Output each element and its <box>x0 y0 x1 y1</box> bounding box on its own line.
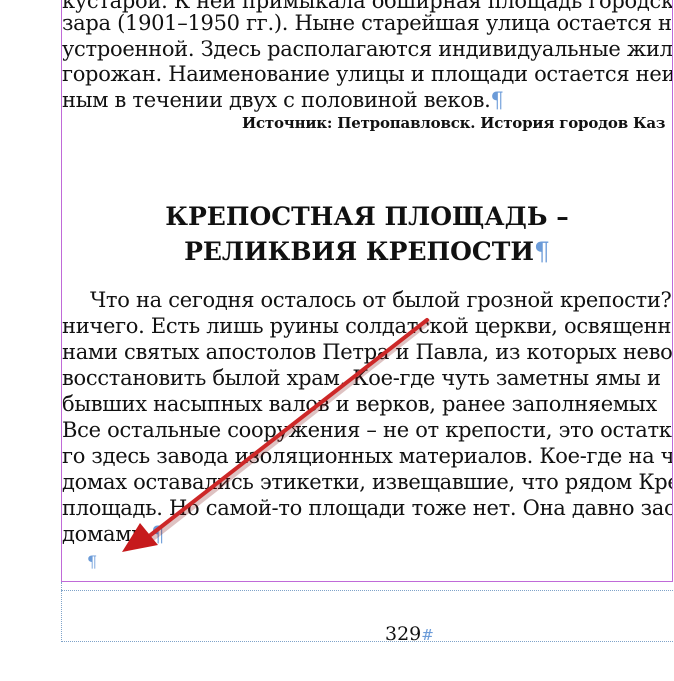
text-line: горожан. Наименование улицы и площади ос… <box>62 62 672 86</box>
margin-guide-top <box>61 590 673 591</box>
source-citation: Источник: Петропавловск. История городов… <box>242 114 666 132</box>
pilcrow-mark: ¶ <box>151 522 165 546</box>
section-heading-line-1: КРЕПОСТНАЯ ПЛОЩАДЬ – <box>165 202 569 231</box>
pilcrow-mark: ¶ <box>490 88 504 112</box>
text-line: го здесь завода изоляционных материалов.… <box>62 444 672 468</box>
text-frame-bottom-edge <box>61 581 673 582</box>
text-frame[interactable]: кустарой. К ней примыкала обширная площа… <box>62 0 672 580</box>
text-line: ничего. Есть лишь руины солдатской церкв… <box>62 314 672 338</box>
text-line: домах оставались этикетки, извещавшие, ч… <box>62 470 672 494</box>
text-line: бывших насыпных валов и верков, ранее за… <box>62 392 657 416</box>
text-line: нами святых апостолов Петра и Павла, из … <box>62 340 672 364</box>
text-line: зара (1901–1950 гг.). Ныне старейшая ули… <box>62 11 672 35</box>
text-line-last: ным в течении двух с половиной веков.¶ <box>62 88 504 112</box>
text-frame-right-edge <box>672 0 673 582</box>
page-number: 329# <box>385 623 434 645</box>
document-page: кустарой. К ней примыкала обширная площа… <box>0 0 674 681</box>
text-line: устроенной. Здесь располагаются индивиду… <box>62 37 672 61</box>
page-number-marker: # <box>421 626 434 644</box>
margin-guide-bottom <box>61 641 673 642</box>
text-line: площадь. Но самой-то площади тоже нет. О… <box>62 496 672 520</box>
text-line: восстановить былой храм. Кое-где чуть за… <box>62 366 661 390</box>
section-heading-line-2: РЕЛИКВИЯ КРЕПОСТИ¶ <box>184 237 550 266</box>
text-line: Все остальные сооружения – не от крепост… <box>62 418 672 442</box>
text-line-last: домами.¶ <box>62 522 165 546</box>
empty-paragraph-pilcrow: ¶ <box>87 552 98 571</box>
margin-guide-left <box>61 582 62 642</box>
pilcrow-mark: ¶ <box>534 237 550 266</box>
text-line: Что на сегодня осталось от былой грозной… <box>90 288 672 312</box>
